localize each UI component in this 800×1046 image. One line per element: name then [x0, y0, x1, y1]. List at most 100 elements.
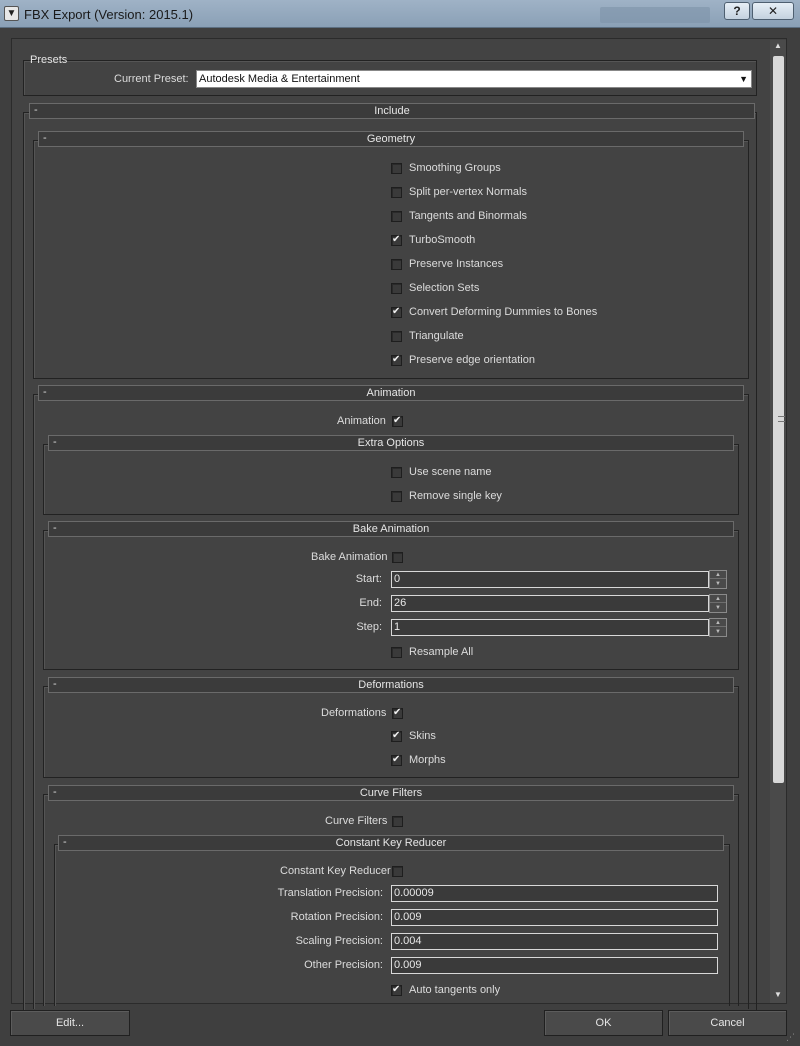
current-preset-value: Autodesk Media & Entertainment	[199, 73, 360, 85]
selection-sets-checkbox[interactable]	[391, 283, 402, 294]
spinner-up-icon[interactable]: ▲	[710, 595, 726, 603]
start-label: Start:	[355, 573, 382, 585]
edit-button[interactable]: Edit...	[10, 1010, 130, 1036]
skins-checkbox[interactable]	[391, 730, 402, 742]
grip-icon	[778, 416, 785, 422]
constant-key-reducer-rollout-header[interactable]: - Constant Key Reducer	[58, 835, 724, 851]
preserve-edge-orientation-label: Preserve edge orientation	[409, 354, 535, 366]
preserve-instances-checkbox[interactable]	[391, 259, 402, 270]
smoothing-groups-checkbox[interactable]	[391, 163, 402, 174]
spinner-up-icon[interactable]: ▲	[710, 619, 726, 627]
split-normals-label: Split per-vertex Normals	[409, 186, 527, 198]
triangulate-checkbox[interactable]	[391, 331, 402, 342]
split-normals-checkbox[interactable]	[391, 187, 402, 198]
smoothing-groups-label: Smoothing Groups	[409, 162, 501, 174]
constant-key-reducer-label: Constant Key Reducer	[280, 865, 391, 877]
morphs-label: Morphs	[409, 754, 446, 766]
scaling-precision-label: Scaling Precision:	[295, 935, 383, 947]
deformations-rollout-header[interactable]: - Deformations	[48, 677, 734, 693]
bake-animation-rollout-header[interactable]: - Bake Animation	[48, 521, 734, 537]
bake-animation-rollout-title: Bake Animation	[352, 523, 430, 535]
translation-precision-field[interactable]: 0.00009	[391, 885, 718, 902]
start-field[interactable]: 0	[391, 571, 709, 588]
collapse-icon: -	[53, 786, 57, 798]
animation-checkbox[interactable]	[392, 415, 403, 427]
collapse-icon: -	[53, 522, 57, 534]
animation-rollout-header[interactable]: - Animation	[38, 385, 744, 401]
presets-group-title: Presets	[30, 54, 68, 66]
curve-filters-rollout-header[interactable]: - Curve Filters	[48, 785, 734, 801]
turbosmooth-checkbox[interactable]	[391, 234, 402, 246]
spinner-down-icon[interactable]: ▼	[710, 580, 726, 588]
tangents-binormals-label: Tangents and Binormals	[409, 210, 528, 222]
step-spinner[interactable]: ▲ ▼	[709, 618, 727, 637]
remove-single-key-checkbox[interactable]	[391, 491, 402, 502]
vertical-scrollbar[interactable]: ▲ ▼	[770, 40, 786, 1003]
end-field[interactable]: 26	[391, 595, 709, 612]
triangulate-label: Triangulate	[409, 330, 464, 342]
convert-dummies-checkbox[interactable]	[391, 306, 402, 318]
close-button[interactable]: ✕	[752, 2, 794, 20]
start-spinner[interactable]: ▲ ▼	[709, 570, 727, 589]
constant-key-reducer-checkbox[interactable]	[392, 866, 403, 877]
extra-options-rollout-title: Extra Options	[357, 437, 425, 449]
turbosmooth-label: TurboSmooth	[409, 234, 476, 246]
app-icon: ▼	[4, 6, 19, 21]
skins-label: Skins	[409, 730, 436, 742]
resample-all-checkbox[interactable]	[391, 647, 402, 658]
deformations-rollout-title: Deformations	[358, 679, 424, 691]
preserve-edge-orientation-checkbox[interactable]	[391, 354, 402, 366]
tangents-binormals-checkbox[interactable]	[391, 211, 402, 222]
geometry-rollout-title: Geometry	[366, 133, 416, 145]
constant-key-reducer-rollout-title: Constant Key Reducer	[335, 837, 447, 849]
bake-animation-label: Bake Animation	[311, 551, 388, 563]
ok-button[interactable]: OK	[544, 1010, 663, 1036]
auto-tangents-checkbox[interactable]	[391, 984, 402, 996]
current-preset-label: Current Preset:	[114, 73, 189, 85]
morphs-checkbox[interactable]	[391, 754, 402, 766]
end-spinner[interactable]: ▲ ▼	[709, 594, 727, 613]
spinner-down-icon[interactable]: ▼	[710, 628, 726, 636]
other-precision-label: Other Precision:	[304, 959, 383, 971]
selection-sets-label: Selection Sets	[409, 282, 480, 294]
curve-filters-checkbox[interactable]	[392, 816, 403, 827]
deformations-label: Deformations	[321, 707, 387, 719]
scroll-down-icon[interactable]: ▼	[772, 989, 784, 1001]
resize-grip-icon[interactable]: ⋰	[786, 1032, 795, 1043]
collapse-icon: -	[53, 678, 57, 690]
auto-tangents-label: Auto tangents only	[409, 984, 501, 996]
spinner-up-icon[interactable]: ▲	[710, 571, 726, 579]
current-preset-dropdown[interactable]: Autodesk Media & Entertainment ▼	[196, 70, 752, 88]
animation-label: Animation	[337, 415, 386, 427]
step-field[interactable]: 1	[391, 619, 709, 636]
extra-options-rollout-header[interactable]: - Extra Options	[48, 435, 734, 451]
geometry-rollout-header[interactable]: - Geometry	[38, 131, 744, 147]
translation-precision-label: Translation Precision:	[277, 887, 383, 899]
curve-filters-rollout-title: Curve Filters	[359, 787, 423, 799]
help-button[interactable]: ?	[724, 2, 750, 20]
include-rollout-title: Include	[374, 105, 410, 117]
cancel-button[interactable]: Cancel	[668, 1010, 787, 1036]
rotation-precision-label: Rotation Precision:	[290, 911, 383, 923]
collapse-icon: -	[34, 104, 38, 116]
use-scene-name-checkbox[interactable]	[391, 467, 402, 478]
resample-all-label: Resample All	[409, 646, 474, 658]
scaling-precision-field[interactable]: 0.004	[391, 933, 718, 950]
collapse-icon: -	[43, 386, 47, 398]
bake-animation-checkbox[interactable]	[392, 552, 403, 563]
rotation-precision-field[interactable]: 0.009	[391, 909, 718, 926]
other-precision-field[interactable]: 0.009	[391, 957, 718, 974]
title-bar: ▼ FBX Export (Version: 2015.1) ? ✕	[0, 0, 800, 28]
deformations-checkbox[interactable]	[392, 707, 403, 719]
step-label: Step:	[356, 621, 382, 633]
spinner-down-icon[interactable]: ▼	[710, 604, 726, 612]
title-bar-background-artifact	[600, 7, 710, 23]
use-scene-name-label: Use scene name	[409, 466, 492, 478]
curve-filters-label: Curve Filters	[325, 815, 388, 827]
include-rollout-header[interactable]: - Include	[29, 103, 755, 119]
collapse-icon: -	[63, 836, 67, 848]
scrollbar-thumb[interactable]	[773, 56, 785, 783]
animation-rollout-title: Animation	[366, 387, 416, 399]
scroll-up-icon[interactable]: ▲	[772, 40, 784, 52]
convert-dummies-label: Convert Deforming Dummies to Bones	[409, 306, 598, 318]
